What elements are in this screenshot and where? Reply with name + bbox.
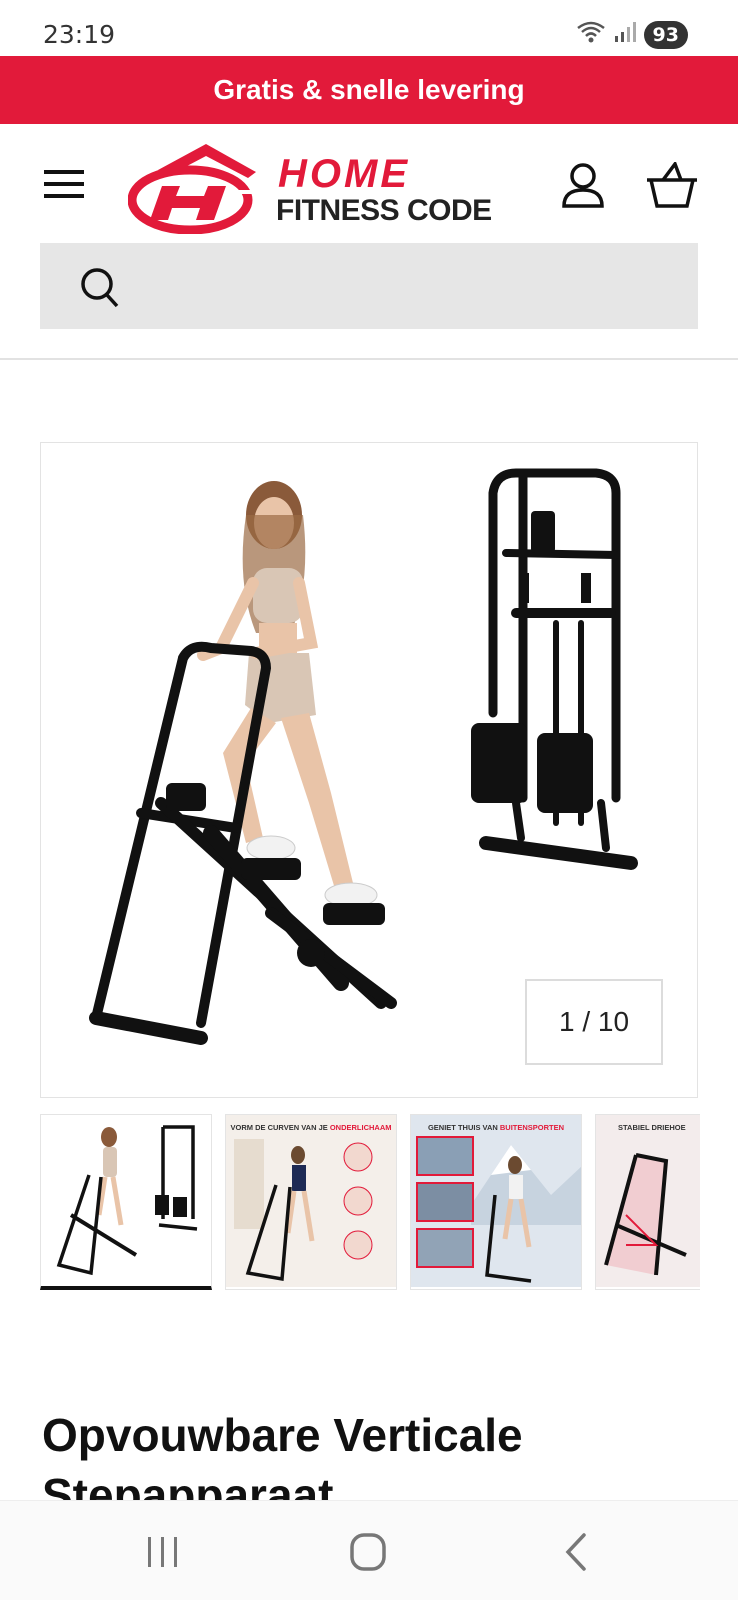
product-main-image[interactable]: 1 / 10 <box>40 442 698 1098</box>
thumbnail-strip: VORM DE CURVEN VAN JE ONDERLICHAAM GENIE… <box>40 1114 700 1292</box>
header-divider <box>0 358 738 360</box>
menu-button[interactable] <box>40 164 88 204</box>
wifi-icon <box>576 20 606 49</box>
back-icon <box>565 1533 586 1571</box>
status-bar: 23:19 93 <box>0 0 738 56</box>
thumbnail-image <box>226 1115 396 1287</box>
stepper-pedals <box>166 783 385 967</box>
promo-banner: Gratis & snelle levering <box>0 56 738 124</box>
battery-badge: 93 <box>643 20 688 49</box>
search-bar[interactable] <box>40 243 698 329</box>
site-header: HOME FITNESS CODE <box>0 124 738 242</box>
thumbnail-image <box>596 1115 700 1287</box>
thumbnail-caption: GENIET THUIS VAN BUITENSPORTEN <box>427 1123 565 1132</box>
thumbnail-image <box>56 1125 198 1276</box>
thumbnail-image <box>411 1115 581 1287</box>
signal-icon <box>614 21 636 48</box>
stepper-machine <box>89 641 397 1045</box>
recent-apps-button[interactable] <box>132 1527 192 1577</box>
thumbnail-4[interactable]: STABIEL DRIEHOE <box>595 1114 700 1290</box>
home-button[interactable] <box>338 1527 398 1577</box>
logo-text-sub: FITNESS CODE <box>276 194 492 227</box>
account-button[interactable] <box>558 162 608 210</box>
system-nav-bar <box>0 1500 738 1600</box>
image-counter: 1 / 10 <box>525 979 663 1065</box>
account-icon <box>562 163 604 208</box>
home-icon <box>350 1533 386 1571</box>
recent-apps-icon <box>148 1537 177 1567</box>
thumbnail-3[interactable]: GENIET THUIS VAN BUITENSPORTEN <box>410 1114 582 1290</box>
thumbnail-caption: VORM DE CURVEN VAN JE ONDERLICHAAM <box>230 1123 392 1132</box>
cart-icon <box>647 160 697 208</box>
thumbnail-2[interactable]: VORM DE CURVEN VAN JE ONDERLICHAAM <box>225 1114 397 1290</box>
back-button[interactable] <box>546 1527 606 1577</box>
logo-text-home: HOME <box>278 152 410 196</box>
cart-button[interactable] <box>645 160 699 210</box>
logo-mark-icon <box>128 144 256 234</box>
search-icon <box>81 268 119 308</box>
site-logo[interactable]: HOME FITNESS CODE <box>128 142 538 234</box>
status-time: 23:19 <box>43 20 116 49</box>
status-icons: 93 <box>576 20 688 49</box>
thumbnail-caption: STABIEL DRIEHOE <box>618 1123 686 1132</box>
menu-icon <box>44 170 84 198</box>
search-input[interactable] <box>130 263 670 309</box>
thumbnail-1[interactable] <box>40 1114 212 1290</box>
